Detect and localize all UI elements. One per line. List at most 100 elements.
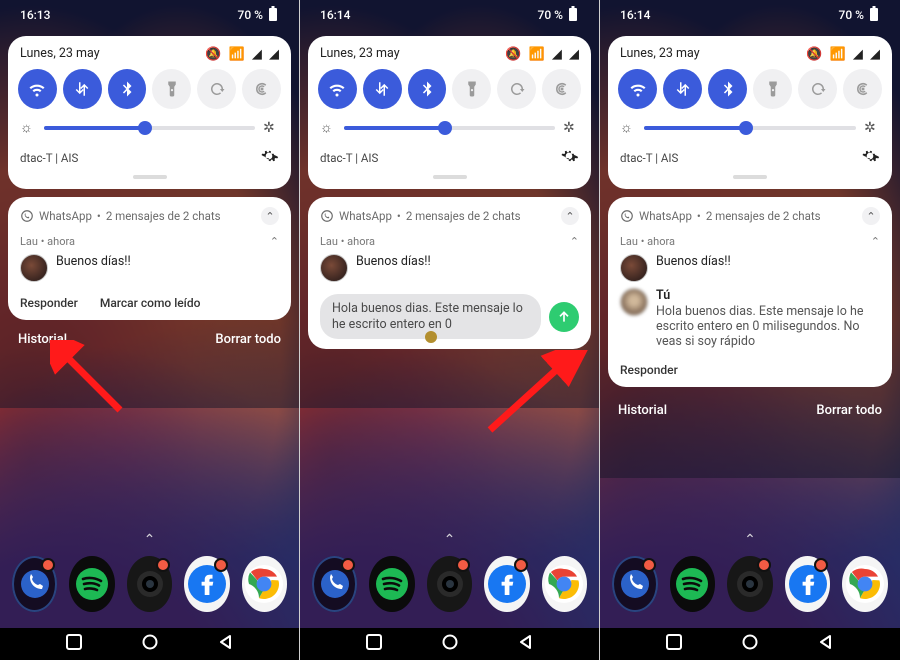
nav-back-icon[interactable] — [518, 634, 534, 654]
footer-clear-all[interactable]: Borrar todo — [816, 403, 882, 418]
dock-app-spotify[interactable] — [369, 556, 414, 612]
dock-app-spotify[interactable] — [69, 556, 114, 612]
nav-recents-icon[interactable] — [666, 634, 682, 654]
collapse-chat-icon[interactable]: ⌃ — [871, 235, 880, 248]
nav-back-icon[interactable] — [218, 634, 234, 654]
shade-pull-caret-icon[interactable]: ⌃ — [744, 532, 756, 548]
dock-app-camera[interactable] — [727, 556, 773, 612]
nav-home-icon[interactable] — [742, 634, 758, 654]
settings-gear-icon[interactable] — [259, 146, 279, 169]
qs-tile-data[interactable] — [363, 69, 402, 109]
shade-footer: Historial Borrar todo — [18, 332, 281, 347]
footer-clear-all[interactable]: Borrar todo — [215, 332, 281, 347]
nav-back-icon[interactable] — [818, 634, 834, 654]
qs-tile-hotspot[interactable] — [242, 69, 281, 109]
collapse-icon[interactable]: ⌃ — [261, 207, 279, 225]
qs-tile-autorotate[interactable] — [798, 69, 837, 109]
brightness-slider[interactable] — [644, 126, 856, 130]
sender-avatar — [320, 254, 348, 282]
qs-tile-data[interactable] — [663, 69, 702, 109]
footer-history[interactable]: Historial — [18, 332, 67, 347]
whatsapp-icon — [620, 209, 634, 223]
qs-drag-handle[interactable] — [133, 175, 167, 179]
qs-tile-wifi[interactable] — [18, 69, 57, 109]
phone-screen-1: 16:13 70 % Lunes, 23 may 🔕 📶 ◢ ◢ — [0, 0, 300, 660]
settings-gear-icon[interactable] — [860, 146, 880, 169]
text-cursor-handle[interactable] — [425, 331, 437, 343]
dock-app-chrome[interactable] — [842, 556, 888, 612]
android-nav-bar — [0, 628, 299, 660]
action-mark-read[interactable]: Marcar como leído — [100, 296, 201, 310]
nav-recents-icon[interactable] — [66, 634, 82, 654]
dock-app-spotify[interactable] — [670, 556, 716, 612]
qs-tile-bluetooth[interactable] — [108, 69, 147, 109]
signal-icon-1: ◢ — [252, 47, 262, 62]
qs-tile-wifi[interactable] — [318, 69, 357, 109]
qs-drag-handle[interactable] — [733, 175, 767, 179]
whatsapp-icon — [20, 209, 34, 223]
notif-app-name: WhatsApp — [339, 209, 392, 223]
status-clock: 16:14 — [620, 8, 650, 22]
qs-tile-flashlight[interactable] — [152, 69, 191, 109]
self-reply-text: Hola buenos dias. Este mensaje lo he esc… — [656, 304, 880, 349]
qs-tile-data[interactable] — [63, 69, 102, 109]
android-nav-bar — [600, 628, 900, 660]
qs-tile-autorotate[interactable] — [197, 69, 236, 109]
app-dock — [300, 556, 599, 628]
notif-message: Buenos días!! — [656, 254, 880, 269]
status-clock: 16:13 — [20, 8, 50, 22]
battery-icon — [868, 6, 880, 25]
qs-tile-hotspot[interactable] — [843, 69, 882, 109]
dock-app-camera[interactable] — [427, 556, 472, 612]
action-responder[interactable]: Responder — [20, 296, 78, 310]
quick-settings-panel: Lunes, 23 may 🔕 📶 ◢ ◢ ☼ ✲ — [8, 36, 291, 189]
qs-tile-wifi[interactable] — [618, 69, 657, 109]
notification-card[interactable]: WhatsApp • 2 mensajes de 2 chats ⌃ Lau •… — [8, 197, 291, 320]
wifi-status-icon: 📶 — [229, 47, 245, 62]
reply-input-text: Hola buenos dias. Este mensaje lo he esc… — [332, 301, 523, 332]
settings-gear-icon[interactable] — [559, 146, 579, 169]
notif-sender: Lau — [620, 235, 638, 248]
quick-settings-panel: Lunes, 23 may 🔕 📶 ◢ ◢ ☼ ✲ dtac-T — [308, 36, 591, 189]
reply-input[interactable]: Hola buenos dias. Este mensaje lo he esc… — [320, 294, 541, 339]
qs-tile-bluetooth[interactable] — [408, 69, 447, 109]
qs-tile-autorotate[interactable] — [497, 69, 536, 109]
qs-tile-flashlight[interactable] — [452, 69, 491, 109]
send-button[interactable] — [549, 302, 579, 332]
nav-home-icon[interactable] — [442, 634, 458, 654]
qs-date: Lunes, 23 may — [320, 46, 400, 61]
dock-app-phone-folder[interactable] — [312, 556, 357, 612]
brightness-auto-icon: ✲ — [563, 120, 579, 136]
qs-tile-flashlight[interactable] — [753, 69, 792, 109]
qs-drag-handle[interactable] — [433, 175, 467, 179]
dock-app-chrome[interactable] — [542, 556, 587, 612]
dock-app-phone-folder[interactable] — [612, 556, 658, 612]
dock-app-chrome[interactable] — [242, 556, 287, 612]
brightness-slider[interactable] — [344, 126, 555, 130]
notif-time: ahora — [47, 235, 75, 248]
collapse-icon[interactable]: ⌃ — [561, 207, 579, 225]
footer-history[interactable]: Historial — [618, 403, 667, 418]
collapse-chat-icon[interactable]: ⌃ — [270, 235, 279, 248]
dock-app-facebook[interactable] — [184, 556, 229, 612]
notif-time: ahora — [347, 235, 375, 248]
shade-pull-caret-icon[interactable]: ⌃ — [144, 532, 156, 548]
collapse-icon[interactable]: ⌃ — [862, 207, 880, 225]
notif-app-name: WhatsApp — [39, 209, 92, 223]
action-responder[interactable]: Responder — [620, 363, 678, 377]
brightness-slider[interactable] — [44, 126, 255, 130]
dock-app-facebook[interactable] — [484, 556, 529, 612]
notification-card[interactable]: WhatsApp • 2 mensajes de 2 chats ⌃ Lau •… — [608, 197, 892, 387]
shade-pull-caret-icon[interactable]: ⌃ — [444, 532, 456, 548]
notif-summary: 2 mensajes de 2 chats — [406, 209, 521, 223]
nav-recents-icon[interactable] — [366, 634, 382, 654]
collapse-chat-icon[interactable]: ⌃ — [570, 235, 579, 248]
qs-tile-bluetooth[interactable] — [708, 69, 747, 109]
qs-tile-hotspot[interactable] — [542, 69, 581, 109]
battery-icon — [267, 6, 279, 25]
dock-app-phone-folder[interactable] — [12, 556, 57, 612]
nav-home-icon[interactable] — [142, 634, 158, 654]
notification-card[interactable]: WhatsApp • 2 mensajes de 2 chats ⌃ Lau •… — [308, 197, 591, 349]
dock-app-camera[interactable] — [127, 556, 172, 612]
dock-app-facebook[interactable] — [785, 556, 831, 612]
